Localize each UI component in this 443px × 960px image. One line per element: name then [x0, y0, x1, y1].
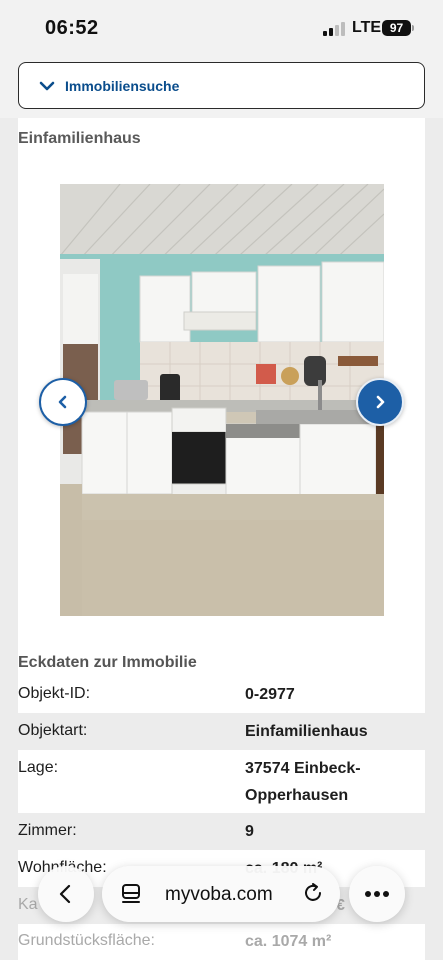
browser-address-bar[interactable]: myvoba.com [102, 866, 340, 922]
detail-key: Objekt-ID: [18, 685, 91, 702]
reload-icon[interactable] [302, 882, 324, 904]
network-type: LTE [352, 19, 382, 36]
battery-icon: 97 [382, 20, 411, 36]
browser-url[interactable]: myvoba.com [165, 884, 273, 906]
gallery-prev-button[interactable] [39, 378, 87, 426]
more-dots-icon [365, 891, 389, 897]
detail-key: Lage: [18, 759, 59, 776]
detail-value: 37574 Einbeck-Opperhausen [245, 760, 361, 804]
property-search-toggle[interactable]: Immobiliensuche [18, 62, 425, 109]
details-title: Eckdaten zur Immobilie [18, 654, 197, 671]
detail-value: 9 [245, 823, 254, 840]
chevron-left-icon [59, 884, 71, 904]
status-bar: 06:52 LTE 97 [0, 0, 443, 56]
detail-key: Objektart: [18, 722, 88, 739]
gallery-next-button[interactable] [356, 378, 404, 426]
status-time: 06:52 [45, 17, 99, 39]
chevron-down-icon [39, 81, 55, 90]
detail-key: Zimmer: [18, 822, 77, 839]
chevron-left-icon [58, 395, 67, 409]
detail-row-lage: Lage: 37574 Einbeck-Opperhausen [18, 750, 425, 813]
detail-row-objekt-id: Objekt-ID: 0-2977 [18, 676, 425, 713]
chevron-right-icon [376, 395, 385, 409]
detail-key: Grundstücksfläche: [18, 932, 155, 949]
property-photo[interactable] [60, 184, 384, 616]
detail-key: Ka [18, 896, 38, 913]
detail-row-grundstuecksflaeche: Grundstücksfläche: ca. 1074 m² [18, 924, 425, 960]
detail-row-objektart: Objektart: Einfamilienhaus [18, 713, 425, 750]
search-toggle-label: Immobiliensuche [65, 77, 180, 94]
browser-more-button[interactable] [349, 866, 405, 922]
page-menu-icon[interactable] [120, 883, 142, 905]
detail-value: 0-2977 [245, 686, 295, 703]
detail-value: ca. 1074 m² [245, 933, 332, 950]
browser-back-button[interactable] [38, 866, 94, 922]
battery-tip [412, 25, 414, 31]
property-type-subtitle: Einfamilienhaus [18, 130, 141, 147]
detail-value: Einfamilienhaus [245, 723, 368, 740]
detail-row-zimmer: Zimmer: 9 [18, 813, 425, 850]
signal-icon [323, 22, 345, 36]
